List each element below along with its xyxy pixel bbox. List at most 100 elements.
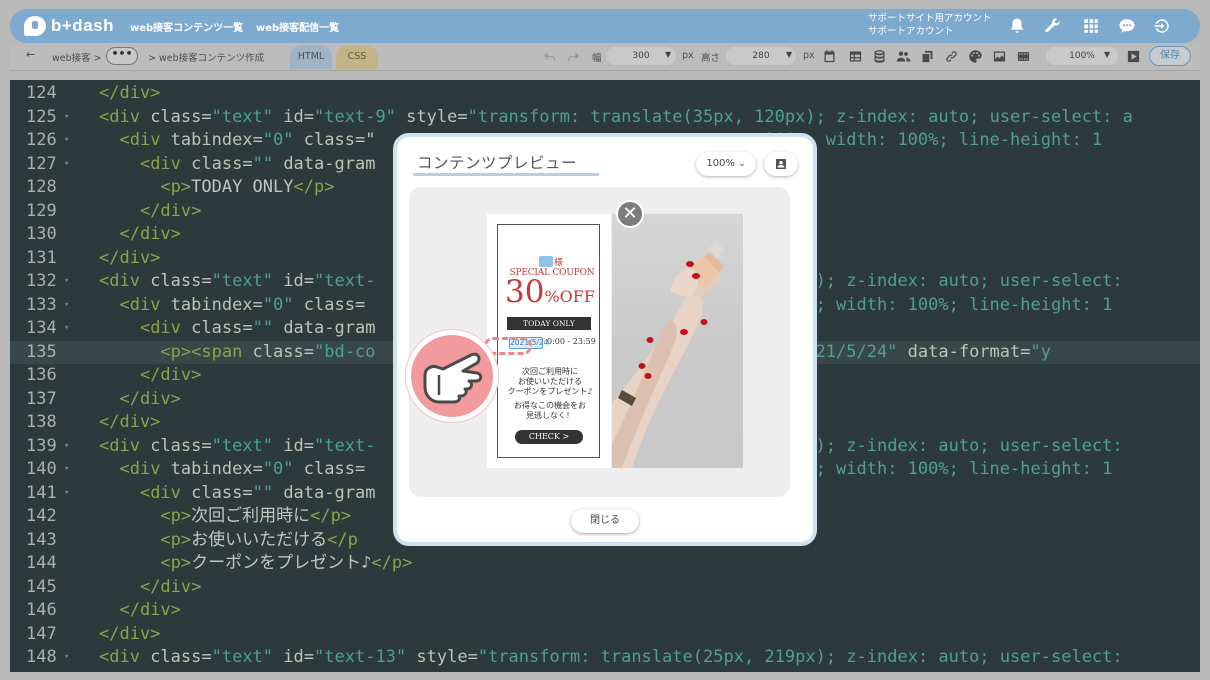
code-text: </div> — [139, 365, 202, 385]
line-number: 130 — [26, 224, 57, 244]
account-line-2: サポートアカウント — [868, 26, 954, 37]
time-range: 0:00 - 23:59 — [547, 337, 596, 346]
code-text: <div class="text" id="text-13" style="tr… — [99, 647, 1133, 667]
line-number: 132 — [26, 271, 57, 291]
note-line: 見逃しなく！ — [526, 411, 574, 420]
line-number: 134 — [26, 318, 57, 338]
palette-icon[interactable] — [968, 49, 983, 64]
person-card-icon — [776, 159, 786, 169]
code-line[interactable]: 145 </div> — [10, 576, 1200, 600]
bell-icon[interactable] — [1008, 17, 1026, 35]
fold-toggle-icon[interactable]: ▾ — [64, 646, 69, 670]
account-line-1: サポートサイト用アカウント — [868, 13, 992, 24]
logo-text: b+dash — [51, 16, 114, 35]
nav-content-list[interactable]: web接客コンテンツ一覧 — [130, 19, 243, 34]
line-number: 127 — [26, 153, 57, 174]
code-text: <p>次回ご利用時に</p> — [160, 506, 352, 526]
chevron-down-icon[interactable]: ▼ — [665, 50, 671, 59]
fold-toggle-icon[interactable]: ▾ — [64, 106, 69, 130]
code-text: </div> — [139, 200, 202, 221]
today-only-banner: TODAY ONLY — [507, 317, 591, 330]
back-arrow-icon[interactable]: ← — [26, 48, 35, 61]
width-unit: px — [682, 50, 694, 61]
fold-toggle-icon[interactable]: ▾ — [64, 153, 69, 177]
fold-toggle-icon[interactable]: ▾ — [64, 458, 69, 482]
note-line: お得なこの機会をお — [514, 401, 586, 410]
line-number: 125 — [26, 106, 57, 127]
fold-toggle-icon[interactable]: ▾ — [64, 317, 69, 341]
honorific: 様 — [554, 258, 564, 268]
breadcrumb-root[interactable]: web接客 > — [52, 50, 102, 64]
line-number: 124 — [26, 83, 57, 103]
preview-play-icon[interactable] — [1126, 49, 1141, 64]
close-modal-button[interactable]: 閉じる — [571, 509, 639, 533]
name-placeholder-chip[interactable] — [539, 256, 553, 267]
wrench-icon[interactable] — [1044, 17, 1062, 35]
chat-icon[interactable] — [1118, 17, 1136, 35]
width-label: 幅 — [592, 53, 602, 64]
users-icon[interactable] — [896, 49, 911, 64]
breadcrumb-more-button[interactable]: ••• — [106, 47, 138, 65]
line-number: 135 — [26, 341, 57, 362]
line-number: 128 — [26, 177, 57, 197]
logo[interactable]: b+dash — [24, 14, 114, 38]
undo-icon[interactable] — [542, 49, 557, 64]
code-text: <div class="" data-gram — [139, 153, 376, 174]
line-number: 133 — [26, 294, 57, 315]
line-number: 147 — [26, 623, 57, 644]
title-underline — [413, 173, 599, 176]
line-number: 143 — [26, 529, 57, 550]
nav-delivery-list[interactable]: web接客配信一覧 — [256, 19, 339, 34]
database-icon[interactable] — [872, 49, 887, 64]
code-text: </div> — [119, 600, 181, 620]
code-text: <div class="text" id="text-9" style="tra… — [99, 106, 1133, 127]
logout-icon[interactable] — [1153, 17, 1171, 35]
account-info[interactable]: サポートサイト用アカウント サポートアカウント — [868, 12, 992, 38]
code-line[interactable]: 148 ▾ <div class="text" id="text-13" style… — [10, 646, 1200, 670]
check-button[interactable]: CHECK > — [515, 430, 583, 444]
line-number: 144 — [26, 553, 57, 573]
grid-icon[interactable] — [1082, 17, 1100, 35]
line-number: 131 — [26, 247, 57, 268]
table-icon[interactable] — [848, 49, 863, 64]
fold-toggle-icon[interactable]: ▾ — [64, 435, 69, 459]
code-text: </div> — [139, 576, 202, 597]
code-line[interactable]: 125 ▾ <div class="text" id="text-9" style=… — [10, 106, 1200, 130]
code-text: </div> — [99, 247, 161, 268]
height-unit: px — [803, 50, 815, 61]
code-line[interactable]: 144 <p>クーポンをプレゼント♪</p> — [10, 552, 1200, 576]
coupon-note: お得なこの機会をお 見逃しなく！ — [505, 401, 595, 421]
code-line[interactable]: 146 </div> — [10, 599, 1200, 623]
code-text: <p>TODAY ONLY</p> — [160, 177, 335, 197]
code-text: </div> — [99, 412, 161, 432]
line-number: 129 — [26, 200, 57, 221]
fold-toggle-icon[interactable]: ▾ — [64, 482, 69, 506]
line-number: 145 — [26, 576, 57, 597]
discount-number: 30 — [505, 274, 545, 310]
code-line[interactable]: 124 </div> — [10, 82, 1200, 106]
code-text: <p>クーポンをプレゼント♪</p> — [160, 553, 413, 573]
line-number: 142 — [26, 506, 57, 526]
fold-toggle-icon[interactable]: ▾ — [64, 270, 69, 294]
redo-icon[interactable] — [566, 49, 581, 64]
close-icon[interactable]: ✕ — [616, 200, 644, 228]
tab-html[interactable]: HTML — [290, 45, 332, 69]
line-number: 140 — [26, 459, 57, 479]
profile-preview-button[interactable] — [764, 152, 798, 176]
code-text: </div> — [99, 83, 161, 103]
fold-toggle-icon[interactable]: ▾ — [64, 294, 69, 318]
tab-css[interactable]: CSS — [336, 45, 378, 69]
image-icon[interactable] — [992, 49, 1007, 64]
preview-zoom-select[interactable]: 100% ⌄ — [696, 152, 756, 176]
calendar-icon[interactable] — [822, 49, 837, 64]
chevron-down-icon[interactable]: ▼ — [1104, 50, 1110, 59]
code-text: <div class="" data-gram — [139, 482, 376, 503]
copy-icon[interactable] — [920, 49, 935, 64]
save-button[interactable]: 保存 — [1149, 46, 1191, 66]
code-text: </div> — [99, 623, 161, 644]
link-icon[interactable] — [944, 49, 959, 64]
fold-toggle-icon[interactable]: ▾ — [64, 129, 69, 153]
code-line[interactable]: 147 </div> — [10, 623, 1200, 647]
chevron-down-icon[interactable]: ▼ — [786, 50, 792, 59]
video-icon[interactable] — [1016, 49, 1031, 64]
